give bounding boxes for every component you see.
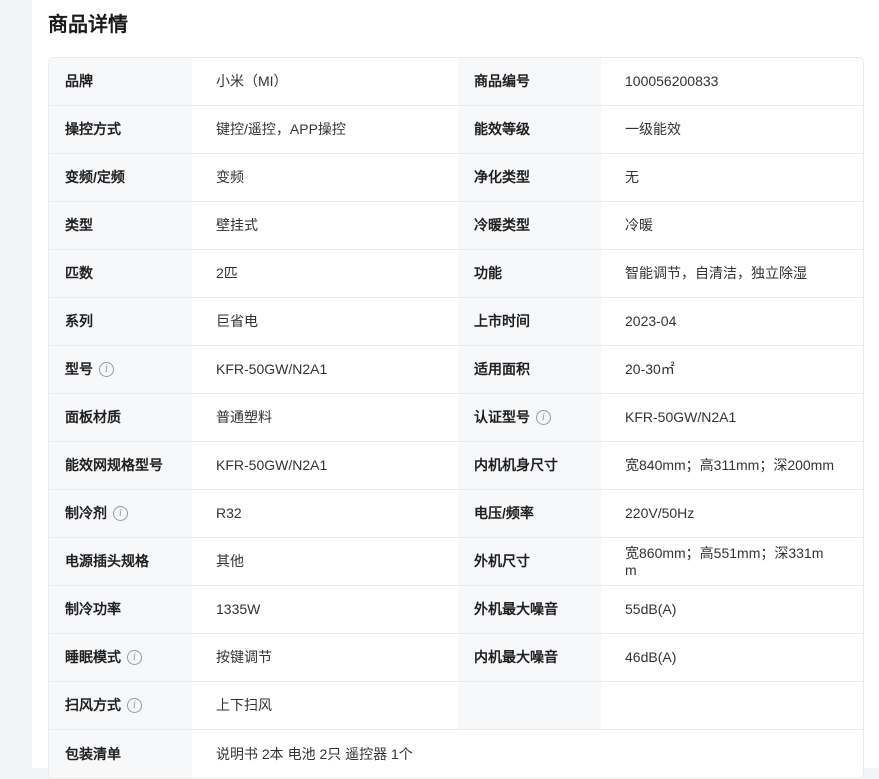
spec-key-label: 型号 — [65, 361, 93, 377]
spec-value: 220V/50Hz — [601, 490, 863, 537]
spec-value: 上下扫风 — [192, 682, 458, 729]
spec-key: 匹数 — [49, 250, 192, 297]
spec-value: 壁挂式 — [192, 202, 458, 249]
table-row: 匹数 2匹 功能 智能调节，自清洁，独立除湿 — [49, 250, 863, 298]
spec-key: 上市时间 — [458, 298, 601, 345]
spec-value: KFR-50GW/N2A1 — [192, 442, 458, 489]
spec-key: 电源插头规格 — [49, 538, 192, 585]
spec-key: 认证型号 i — [458, 394, 601, 441]
info-circle-icon[interactable]: i — [127, 698, 142, 713]
spec-value: 一级能效 — [601, 106, 863, 153]
spec-key: 商品编号 — [458, 58, 601, 105]
spec-key: 能效等级 — [458, 106, 601, 153]
spec-key: 睡眠模式 i — [49, 634, 192, 681]
spec-value: 20-30㎡ — [601, 346, 863, 393]
spec-value: 冷暖 — [601, 202, 863, 249]
spec-value: R32 — [192, 490, 458, 537]
spec-key: 功能 — [458, 250, 601, 297]
spec-value: 宽840mm；高311mm；深200mm — [601, 442, 863, 489]
spec-key: 扫风方式 i — [49, 682, 192, 729]
spec-key: 制冷剂 i — [49, 490, 192, 537]
spec-value: 普通塑料 — [192, 394, 458, 441]
info-circle-icon[interactable]: i — [99, 362, 114, 377]
table-row: 包装清单 说明书 2本 电池 2只 遥控器 1个 — [49, 730, 863, 778]
spec-key: 型号 i — [49, 346, 192, 393]
spec-key-label: 认证型号 — [474, 409, 530, 425]
page-title: 商品详情 — [48, 14, 128, 36]
spec-key-label: 扫风方式 — [65, 697, 121, 713]
spec-value: KFR-50GW/N2A1 — [192, 346, 458, 393]
spec-key: 包装清单 — [49, 730, 192, 778]
spec-value: 小米（MI） — [192, 58, 458, 105]
spec-key: 系列 — [49, 298, 192, 345]
spec-key: 净化类型 — [458, 154, 601, 201]
spec-value: 智能调节，自清洁，独立除湿 — [601, 250, 863, 297]
spec-key-label: 睡眠模式 — [65, 649, 121, 665]
spec-value: 46dB(A) — [601, 634, 863, 681]
spec-key: 电压/频率 — [458, 490, 601, 537]
table-row: 系列 巨省电 上市时间 2023-04 — [49, 298, 863, 346]
spec-value: 按键调节 — [192, 634, 458, 681]
spec-value: 说明书 2本 电池 2只 遥控器 1个 — [192, 730, 863, 778]
spec-value: 2匹 — [192, 250, 458, 297]
table-row: 睡眠模式 i 按键调节 内机最大噪音 46dB(A) — [49, 634, 863, 682]
spec-value: 键控/遥控，APP操控 — [192, 106, 458, 153]
spec-key: 品牌 — [49, 58, 192, 105]
info-circle-icon[interactable]: i — [113, 506, 128, 521]
spec-key: 冷暖类型 — [458, 202, 601, 249]
spec-table: 品牌 小米（MI） 商品编号 100056200833 操控方式 键控/遥控，A… — [48, 57, 864, 779]
spec-key: 外机最大噪音 — [458, 586, 601, 633]
table-row: 制冷功率 1335W 外机最大噪音 55dB(A) — [49, 586, 863, 634]
spec-key: 内机机身尺寸 — [458, 442, 601, 489]
spec-key: 适用面积 — [458, 346, 601, 393]
spec-value: KFR-50GW/N2A1 — [601, 394, 863, 441]
product-detail-panel: 商品详情 品牌 小米（MI） 商品编号 100056200833 操控方式 键控… — [32, 0, 879, 779]
spec-value: 宽860mm；高551mm；深331mm — [601, 538, 863, 585]
spec-key: 内机最大噪音 — [458, 634, 601, 681]
spec-value: 100056200833 — [601, 58, 863, 105]
spec-key-label: 制冷剂 — [65, 505, 107, 521]
table-row: 变频/定频 变频 净化类型 无 — [49, 154, 863, 202]
table-row: 型号 i KFR-50GW/N2A1 适用面积 20-30㎡ — [49, 346, 863, 394]
spec-value-empty — [601, 682, 863, 729]
spec-key: 类型 — [49, 202, 192, 249]
table-row: 类型 壁挂式 冷暖类型 冷暖 — [49, 202, 863, 250]
table-row: 操控方式 键控/遥控，APP操控 能效等级 一级能效 — [49, 106, 863, 154]
spec-key: 能效网规格型号 — [49, 442, 192, 489]
info-circle-icon[interactable]: i — [536, 410, 551, 425]
spec-key: 外机尺寸 — [458, 538, 601, 585]
info-circle-icon[interactable]: i — [127, 650, 142, 665]
table-row: 面板材质 普通塑料 认证型号 i KFR-50GW/N2A1 — [49, 394, 863, 442]
spec-value: 无 — [601, 154, 863, 201]
spec-key: 面板材质 — [49, 394, 192, 441]
table-row: 扫风方式 i 上下扫风 — [49, 682, 863, 730]
table-row: 制冷剂 i R32 电压/频率 220V/50Hz — [49, 490, 863, 538]
spec-key: 操控方式 — [49, 106, 192, 153]
spec-value: 2023-04 — [601, 298, 863, 345]
table-row: 电源插头规格 其他 外机尺寸 宽860mm；高551mm；深331mm — [49, 538, 863, 586]
spec-key: 制冷功率 — [49, 586, 192, 633]
spec-value: 其他 — [192, 538, 458, 585]
spec-value: 1335W — [192, 586, 458, 633]
spec-value: 55dB(A) — [601, 586, 863, 633]
spec-key: 变频/定频 — [49, 154, 192, 201]
spec-value: 巨省电 — [192, 298, 458, 345]
spec-value: 变频 — [192, 154, 458, 201]
spec-key-empty — [458, 682, 601, 729]
table-row: 品牌 小米（MI） 商品编号 100056200833 — [49, 58, 863, 106]
table-row: 能效网规格型号 KFR-50GW/N2A1 内机机身尺寸 宽840mm；高311… — [49, 442, 863, 490]
